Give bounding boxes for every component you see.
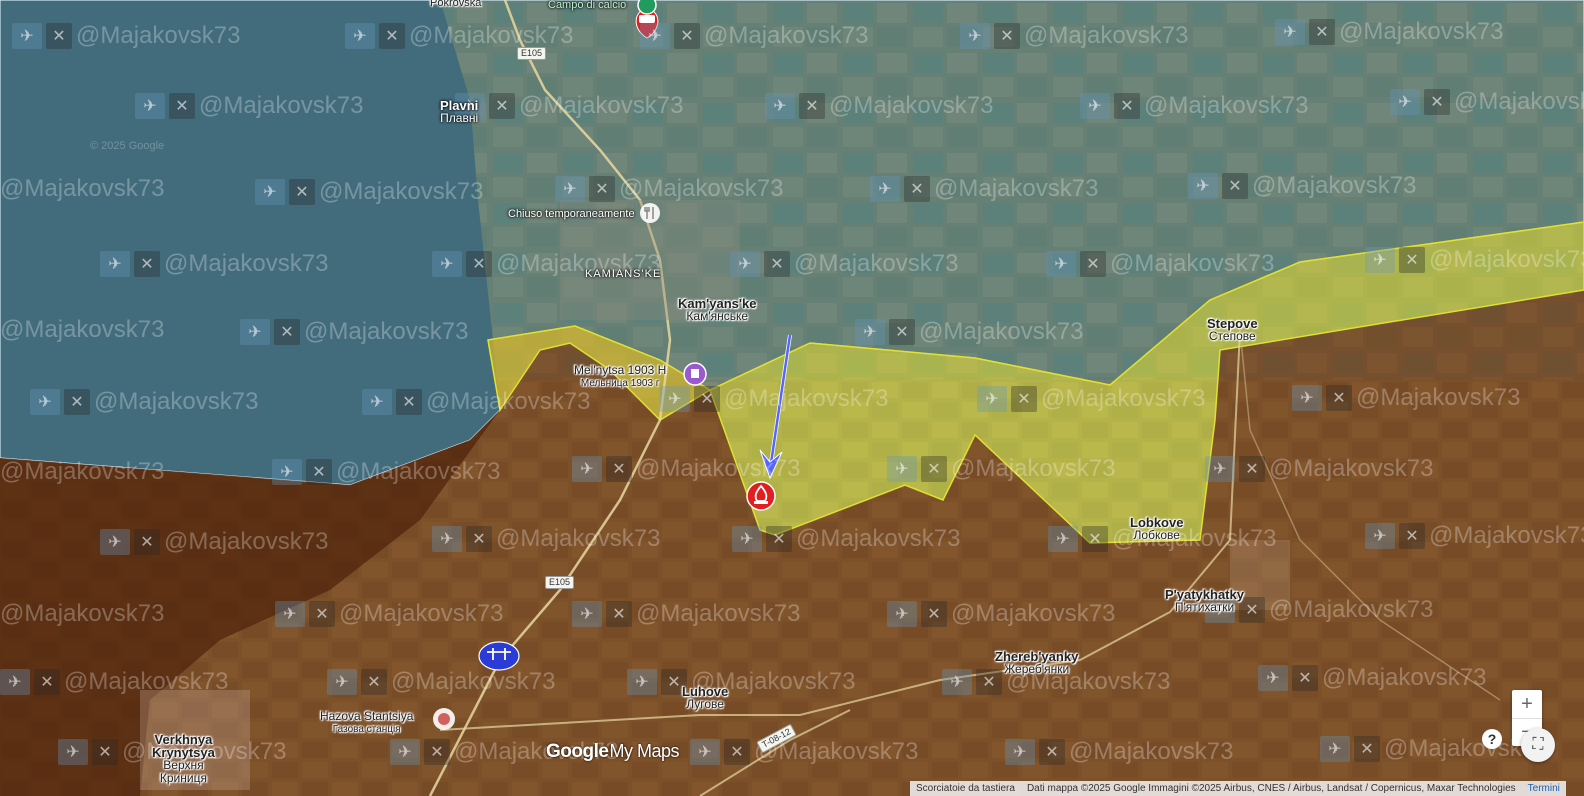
road-shield-e105-top: E105 <box>517 47 547 60</box>
help-button[interactable]: ? <box>1482 729 1502 749</box>
place-lobkove[interactable]: Lobkove Лобкове <box>1130 516 1183 542</box>
road-shield-e105-bottom: E105 <box>545 576 575 589</box>
watermark: ✈✕@Majakovsk73 <box>887 600 1115 628</box>
poi-football-field[interactable]: Campo di calcio <box>548 0 626 11</box>
watermark: ✈✕@Majakovsk73 <box>855 318 1083 346</box>
watermark: ✈✕@Majakovsk73 <box>640 22 868 50</box>
watermark: ✈✕@Majakovsk73 <box>572 455 800 483</box>
football-field-icon <box>637 0 657 15</box>
place-verkhnya-krynytsya[interactable]: Verkhnya Krynytsya Верхня Криниця <box>152 733 215 785</box>
watermark: ✈✕@Majakovsk73 <box>432 525 660 553</box>
place-kamianske-uk: Кам'янське <box>686 309 749 323</box>
zoom-in-button[interactable]: + <box>1512 690 1542 718</box>
watermark: ✈✕@Majakovsk73 <box>1046 250 1274 278</box>
place-luhove-uk: Лугове <box>686 697 724 711</box>
place-zherebyanky-uk: Жереб'янки <box>1004 662 1070 676</box>
place-pokrovska: Pokrovska <box>430 0 482 9</box>
watermark: ✈✕@Majakovsk73 <box>272 458 500 486</box>
place-zherebyanky[interactable]: Zhereb'yanky Жереб'янки <box>995 650 1078 676</box>
watermark: ✈✕@Majakovsk73 <box>732 525 960 553</box>
place-lobkove-uk: Лобкове <box>1133 528 1180 542</box>
watermark: ✈✕@Majakovsk73 <box>627 668 855 696</box>
landmark-icon <box>683 362 707 386</box>
watermark: ✈✕@Majakovsk73 <box>1275 18 1503 46</box>
fire-marker-icon <box>746 481 776 511</box>
watermark: @Majakovsk73 <box>0 175 165 202</box>
watermark: ✈✕@Majakovsk73 <box>0 668 228 696</box>
place-pyatykhatky[interactable]: P'yatykhatky П'ятихатки <box>1165 588 1244 614</box>
place-kamianske-area: KAMIANS'KE <box>585 268 662 280</box>
place-hazova[interactable]: Hazova Stantsiya Газова станція <box>320 710 413 736</box>
logo-mymaps-text: My Maps <box>609 741 679 761</box>
watermark: ✈✕@Majakovsk73 <box>555 175 783 203</box>
watermark: ✈✕@Majakovsk73 <box>572 600 800 628</box>
watermark: ✈✕@Majakovsk73 <box>765 92 993 120</box>
fullscreen-button[interactable]: ⛶ <box>1521 728 1555 762</box>
watermark: ✈✕@Majakovsk73 <box>100 250 328 278</box>
drone-marker-icon <box>478 641 520 671</box>
google-my-maps-logo: GoogleMy Maps <box>546 741 679 763</box>
place-melnytsa-uk: Мельница 1903 г <box>580 378 660 389</box>
place-kamianske[interactable]: Kam'yans'ke Кам'янське <box>678 297 756 323</box>
watermark: ✈✕@Majakovsk73 <box>660 385 888 413</box>
watermark: @Majakovsk73 <box>0 600 165 627</box>
watermark: ✈✕@Majakovsk73 <box>960 22 1188 50</box>
terms-link[interactable]: Termini <box>1528 781 1560 796</box>
logo-google-text: Google <box>546 741 609 762</box>
map-copyright: © 2025 Google <box>90 140 165 152</box>
watermark: ✈✕@Majakovsk73 <box>1080 92 1308 120</box>
place-melnytsa-en: Mel'nytsa 1903 H <box>574 363 667 377</box>
watermark: ✈✕@Majakovsk73 <box>690 738 918 766</box>
place-plavni-uk: Плавні <box>440 111 479 125</box>
place-melnytsa[interactable]: Mel'nytsa 1903 H Мельница 1903 г <box>574 364 666 390</box>
watermark: @Majakovsk73 <box>0 458 165 485</box>
watermark: ✈✕@Majakovsk73 <box>327 668 555 696</box>
watermark: ✈✕@Majakovsk73 <box>30 388 258 416</box>
watermark: ✈✕@Majakovsk73 <box>1188 172 1416 200</box>
watermark: ✈✕@Majakovsk73 <box>977 385 1205 413</box>
location-pin-icon <box>433 708 455 730</box>
watermark: ✈✕@Majakovsk73 <box>255 178 483 206</box>
place-hazova-en: Hazova Stantsiya <box>320 709 414 723</box>
place-stepove-uk: Степове <box>1208 329 1256 343</box>
place-pyatykhatky-uk: П'ятихатки <box>1174 600 1235 614</box>
place-plavni[interactable]: Plavni Плавні <box>440 99 478 125</box>
poi-restaurant[interactable]: Chiuso temporaneamente <box>508 208 635 220</box>
watermark: ✈✕@Majakovsk73 <box>1292 384 1520 412</box>
watermark: ✈✕@Majakovsk73 <box>100 528 328 556</box>
watermark: ✈✕@Majakovsk73 <box>730 250 958 278</box>
keyboard-shortcuts-link[interactable]: Scorciatoie da tastiera <box>916 781 1015 796</box>
place-stepove[interactable]: Stepove Степове <box>1207 317 1258 343</box>
place-verkh-uk2: Криниця <box>159 771 207 785</box>
watermark: ✈✕@Majakovsk73 <box>135 92 363 120</box>
watermark: ✈✕@Majakovsk73 <box>887 455 1115 483</box>
watermark: ✈✕@Majakovsk73 <box>455 92 683 120</box>
attribution-bar: Scorciatoie da tastiera Dati mappa ©2025… <box>910 781 1566 796</box>
watermark: ✈✕@Majakovsk73 <box>1258 664 1486 692</box>
place-hazova-uk: Газова станція <box>332 724 401 735</box>
watermark: ✈✕@Majakovsk73 <box>1365 246 1584 274</box>
watermark: ✈✕@Majakovsk73 <box>1390 88 1584 116</box>
restaurant-icon <box>640 203 660 223</box>
watermark: ✈✕@Majakovsk73 <box>12 22 240 50</box>
watermark: ✈✕@Majakovsk73 <box>1005 738 1233 766</box>
watermark: ✈✕@Majakovsk73 <box>345 22 573 50</box>
watermark: ✈✕@Majakovsk73 <box>1365 522 1584 550</box>
watermark: ✈✕@Majakovsk73 <box>275 600 503 628</box>
watermark: ✈✕@Majakovsk73 <box>240 318 468 346</box>
watermark: ✈✕@Majakovsk73 <box>1205 455 1433 483</box>
watermark: ✈✕@Majakovsk73 <box>362 388 590 416</box>
watermark: @Majakovsk73 <box>0 316 165 343</box>
map-data-attribution: Dati mappa ©2025 Google Immagini ©2025 A… <box>1026 783 1516 794</box>
watermark: ✈✕@Majakovsk73 <box>870 175 1098 203</box>
place-luhove[interactable]: Luhove Лугове <box>682 685 728 711</box>
